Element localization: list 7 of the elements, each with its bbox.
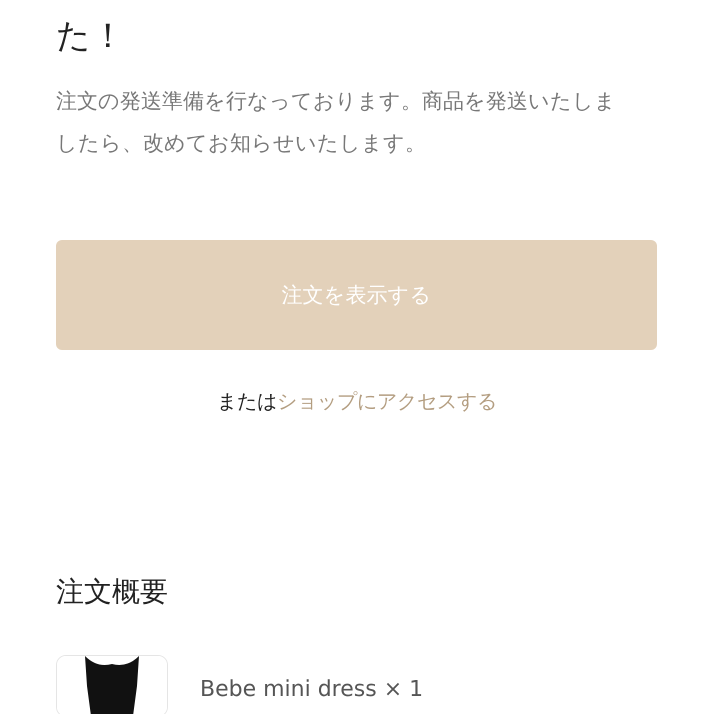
page-heading: た！ [56,15,126,58]
or-text: または [217,388,277,415]
confirmation-message: 注文の発送準備を行なっております。商品を発送いたしましたら、改めてお知らせいたします。 [56,88,617,157]
view-order-button[interactable]: 注文を表示する [56,240,657,350]
shop-link[interactable]: ショップにアクセスする [277,388,497,415]
summary-title: 注文概要 [56,574,169,610]
product-name: Bebe mini dress × 1 [200,677,424,702]
